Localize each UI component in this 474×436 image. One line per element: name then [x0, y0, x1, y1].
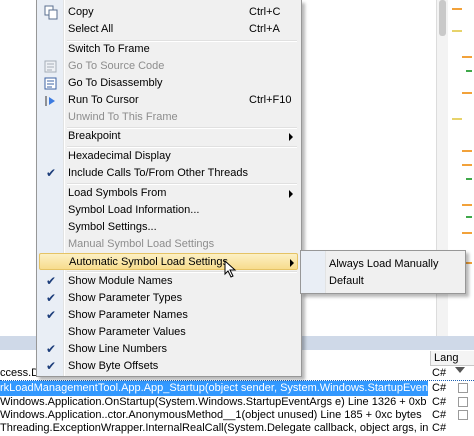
table-row-selected[interactable]: rkLoadManagementTool.App.App_Startup(obj… — [0, 380, 474, 396]
frame-name: rkLoadManagementTool.App.App_Startup(obj… — [0, 381, 428, 396]
menu-item-go-to-source-code[interactable]: Go To Source Code — [39, 58, 298, 75]
menu-item-automatic-symbol-load-settings[interactable]: Automatic Symbol Load Settings — [39, 253, 298, 270]
menu-item-show-byte-offsets[interactable]: ✔ Show Byte Offsets — [39, 358, 298, 375]
frame-checkbox[interactable] — [458, 410, 468, 420]
menu-item-manual-symbol-load-settings[interactable]: Manual Symbol Load Settings — [39, 236, 298, 253]
table-row[interactable]: Threading.ExceptionWrapper.InternalRealC… — [0, 421, 474, 436]
menu-item-load-symbols-from[interactable]: Load Symbols From — [39, 185, 298, 202]
disassembly-icon — [43, 76, 59, 91]
menu-item-select-all[interactable]: Select All Ctrl+A — [39, 21, 298, 38]
checkmark-icon: ✔ — [45, 166, 57, 180]
column-header-language[interactable]: Lang — [430, 351, 474, 366]
menu-item-symbol-load-information[interactable]: Symbol Load Information... — [39, 202, 298, 219]
menu-item-show-parameter-types[interactable]: ✔ Show Parameter Types — [39, 290, 298, 307]
checkmark-icon: ✔ — [45, 342, 57, 356]
run-to-cursor-icon — [43, 93, 59, 108]
go-to-source-icon — [43, 59, 59, 74]
menu-item-show-parameter-names[interactable]: ✔ Show Parameter Names — [39, 307, 298, 324]
menu-item-run-to-cursor[interactable]: Run To Cursor Ctrl+F10 — [39, 92, 298, 109]
menu-item-symbol-settings[interactable]: Symbol Settings... — [39, 219, 298, 236]
menu-item-copy[interactable]: Copy Ctrl+C — [39, 4, 298, 21]
checkmark-icon: ✔ — [45, 359, 57, 373]
submenu-arrow-icon — [289, 133, 293, 141]
menu-item-switch-to-frame[interactable]: Switch To Frame — [39, 41, 298, 58]
checkmark-icon: ✔ — [45, 291, 57, 305]
menu-item-show-line-numbers[interactable]: ✔ Show Line Numbers — [39, 341, 298, 358]
checkmark-icon: ✔ — [45, 274, 57, 288]
menu-item-include-calls-other-threads[interactable]: ✔ Include Calls To/From Other Threads — [39, 165, 298, 182]
menu-item-hexadecimal-display[interactable]: Hexadecimal Display — [39, 148, 298, 165]
menu-item-go-to-disassembly[interactable]: Go To Disassembly — [39, 75, 298, 92]
submenu-item-default[interactable]: Default — [303, 273, 461, 290]
frame-checkbox[interactable] — [458, 383, 468, 393]
copy-icon — [43, 5, 59, 20]
menu-item-show-parameter-values[interactable]: Show Parameter Values — [39, 324, 298, 341]
automatic-symbol-load-submenu: Always Load Manually Default — [300, 250, 466, 294]
checkmark-icon: ✔ — [45, 308, 57, 322]
menu-item-breakpoint[interactable]: Breakpoint — [39, 128, 298, 145]
submenu-arrow-icon — [289, 190, 293, 198]
frame-language: C# — [432, 382, 447, 394]
scrollbar-thumb[interactable] — [439, 0, 446, 36]
call-stack-context-menu: Copy Ctrl+C Select All Ctrl+A Switch To … — [36, 0, 302, 377]
menu-item-show-module-names[interactable]: ✔ Show Module Names — [39, 273, 298, 290]
submenu-item-always-load-manually[interactable]: Always Load Manually — [303, 256, 461, 273]
frame-name: Threading.ExceptionWrapper.InternalRealC… — [0, 422, 428, 434]
frame-language: C# — [432, 367, 447, 379]
submenu-arrow-icon — [290, 259, 294, 267]
frame-language: C# — [432, 422, 447, 434]
frame-checkbox[interactable] — [458, 397, 468, 407]
menu-item-unwind-to-this-frame[interactable]: Unwind To This Frame — [39, 109, 298, 126]
mouse-pointer-icon — [224, 259, 238, 278]
